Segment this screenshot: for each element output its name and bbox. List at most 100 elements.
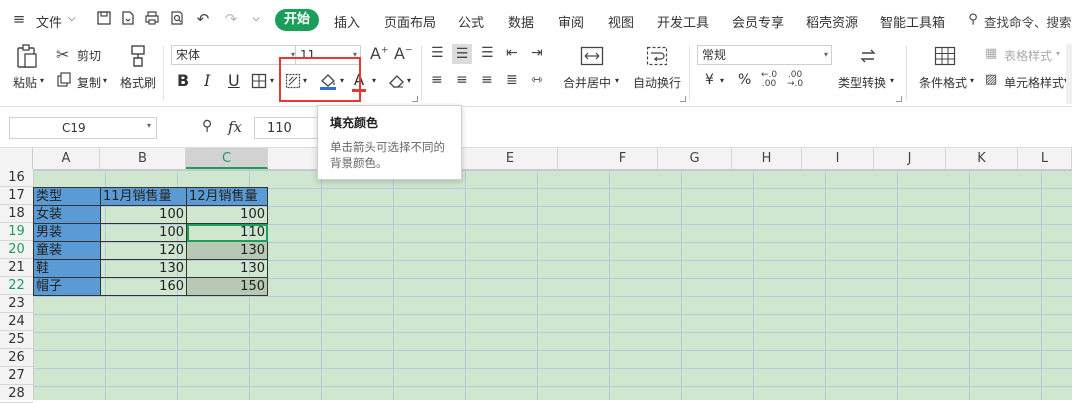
row-24-header[interactable]: 24	[0, 313, 33, 331]
tab-smart-toolbox[interactable]: 智能工具箱	[880, 12, 945, 31]
tab-home[interactable]: 开始	[275, 9, 319, 31]
font-color-dropdown-arrow[interactable]: ▾	[372, 76, 376, 85]
nov-sales-cell[interactable]: 130	[101, 260, 187, 278]
undo-icon[interactable]: ↶	[194, 10, 212, 28]
category-cell[interactable]: 鞋	[34, 260, 101, 278]
wrap-text-button[interactable]: 自动换行	[633, 74, 681, 91]
row-21-header[interactable]: 21	[0, 259, 33, 277]
dec-sales-cell[interactable]: 100	[187, 206, 268, 224]
category-cell[interactable]: 帽子	[34, 278, 101, 296]
merge-center-icon[interactable]	[580, 46, 604, 69]
nov-sales-cell[interactable]: 120	[101, 242, 187, 260]
category-cell[interactable]: 男装	[34, 224, 101, 242]
hamburger-menu-icon[interactable]: ≡	[10, 10, 28, 28]
table-header-cell[interactable]: 类型	[34, 188, 101, 206]
type-convert-button[interactable]: 类型转换	[838, 74, 886, 91]
row-17-header[interactable]: 17	[0, 187, 33, 205]
type-convert-icon[interactable]	[858, 46, 878, 69]
format-painter-button[interactable]: 格式刷	[120, 74, 156, 91]
fx-button[interactable]: fx	[228, 118, 242, 136]
copy-icon[interactable]	[56, 72, 72, 91]
conditional-format-icon[interactable]	[934, 46, 956, 69]
zoom-search-icon[interactable]: ⚲	[202, 118, 212, 134]
align-right-icon[interactable]: ≡	[481, 72, 493, 88]
row-28-header[interactable]: 28	[0, 385, 33, 403]
dec-sales-cell-selected[interactable]: 130	[187, 242, 268, 260]
scissors-icon[interactable]: ✂	[56, 45, 69, 64]
col-l-header[interactable]: L	[1018, 148, 1072, 169]
copy-dropdown-arrow[interactable]: ▾	[103, 76, 107, 85]
nov-sales-cell[interactable]: 100	[101, 224, 187, 242]
table-header-cell[interactable]: 12月销售量	[187, 188, 268, 206]
row-16-header[interactable]: 16	[0, 169, 33, 187]
decrease-font-icon[interactable]: A−	[394, 44, 413, 63]
print-icon[interactable]	[143, 10, 161, 28]
conditional-format-dropdown-arrow[interactable]: ▾	[970, 76, 974, 85]
table-header-cell[interactable]: 11月销售量	[101, 188, 187, 206]
align-top-icon[interactable]: ☰	[431, 45, 444, 61]
nov-sales-cell[interactable]: 100	[101, 206, 187, 224]
nov-sales-cell[interactable]: 160	[101, 278, 187, 296]
col-g-header[interactable]: G	[658, 148, 732, 169]
col-i-header[interactable]: I	[802, 148, 874, 169]
merge-dropdown-arrow[interactable]: ▾	[615, 76, 619, 85]
increase-font-icon[interactable]: A+	[370, 44, 389, 63]
alignment-dialog-launcher[interactable]	[680, 96, 686, 102]
font-dialog-launcher[interactable]	[412, 96, 418, 102]
row-26-header[interactable]: 26	[0, 349, 33, 367]
export-pdf-icon[interactable]	[119, 10, 137, 28]
row-18-header[interactable]: 18	[0, 205, 33, 223]
col-f-header[interactable]: F	[588, 148, 658, 169]
type-convert-dropdown-arrow[interactable]: ▾	[890, 76, 894, 85]
tab-insert[interactable]: 插入	[334, 12, 360, 31]
save-icon[interactable]	[95, 10, 113, 28]
category-cell[interactable]: 童装	[34, 242, 101, 260]
row-25-header[interactable]: 25	[0, 331, 33, 349]
row-22-header[interactable]: 22	[0, 277, 33, 295]
align-middle-icon[interactable]: ☰	[452, 44, 472, 64]
cell-style-icon[interactable]: ▨	[985, 72, 997, 87]
tab-page-layout[interactable]: 页面布局	[384, 12, 436, 31]
col-e-header[interactable]: E	[463, 148, 558, 169]
col-a-header[interactable]: A	[33, 148, 100, 169]
align-bottom-icon[interactable]: ☰	[481, 45, 494, 61]
col-b-header[interactable]: B	[100, 148, 186, 169]
col-c-header[interactable]: C	[186, 148, 268, 169]
decrease-decimal-icon[interactable]: .00 →.0	[787, 71, 803, 89]
distributed-align-icon[interactable]: ⇿	[531, 72, 543, 88]
row-23-header[interactable]: 23	[0, 295, 33, 313]
clear-dropdown-arrow[interactable]: ▾	[407, 76, 411, 85]
table-style-button[interactable]: 表格样式	[1004, 47, 1052, 64]
print-preview-icon[interactable]	[168, 10, 186, 28]
paste-dropdown-arrow[interactable]: ▾	[40, 76, 44, 85]
chevron-down-icon[interactable]: ▾	[147, 121, 151, 130]
col-j-header[interactable]: J	[874, 148, 946, 169]
currency-button[interactable]: ¥	[705, 72, 714, 88]
dec-sales-cell-active[interactable]: 110	[187, 224, 268, 242]
search-icon[interactable]: ⚲	[964, 11, 982, 29]
tab-docer[interactable]: 稻壳资源	[806, 12, 858, 31]
row-27-header[interactable]: 27	[0, 367, 33, 385]
row-19-header[interactable]: 19	[0, 223, 33, 241]
command-search[interactable]: 查找命令、搜索	[984, 12, 1072, 31]
increase-indent-icon[interactable]: ⇥	[531, 45, 543, 61]
tab-data[interactable]: 数据	[508, 12, 534, 31]
tab-formulas[interactable]: 公式	[458, 12, 484, 31]
redo-icon[interactable]: ↷	[222, 10, 240, 28]
category-cell[interactable]: 女装	[34, 206, 101, 224]
underline-button[interactable]: U	[228, 71, 240, 90]
col-h-header[interactable]: H	[732, 148, 802, 169]
ribbon-scrollbar[interactable]	[1066, 44, 1072, 104]
eraser-icon[interactable]	[387, 73, 405, 92]
justify-icon[interactable]: ≣	[506, 72, 518, 88]
align-center-icon[interactable]: ≡	[456, 72, 468, 88]
row-20-header[interactable]: 20	[0, 241, 33, 259]
copy-button[interactable]: 复制	[77, 74, 101, 91]
paste-button[interactable]: 粘贴	[13, 74, 37, 91]
cell-style-button[interactable]: 单元格样式	[1004, 74, 1064, 91]
borders-dropdown-arrow[interactable]: ▾	[270, 76, 274, 85]
table-style-icon[interactable]: ▦	[985, 46, 997, 61]
bold-button[interactable]: B	[177, 71, 189, 90]
align-left-icon[interactable]: ≡	[431, 72, 443, 88]
number-dialog-launcher[interactable]	[896, 96, 902, 102]
